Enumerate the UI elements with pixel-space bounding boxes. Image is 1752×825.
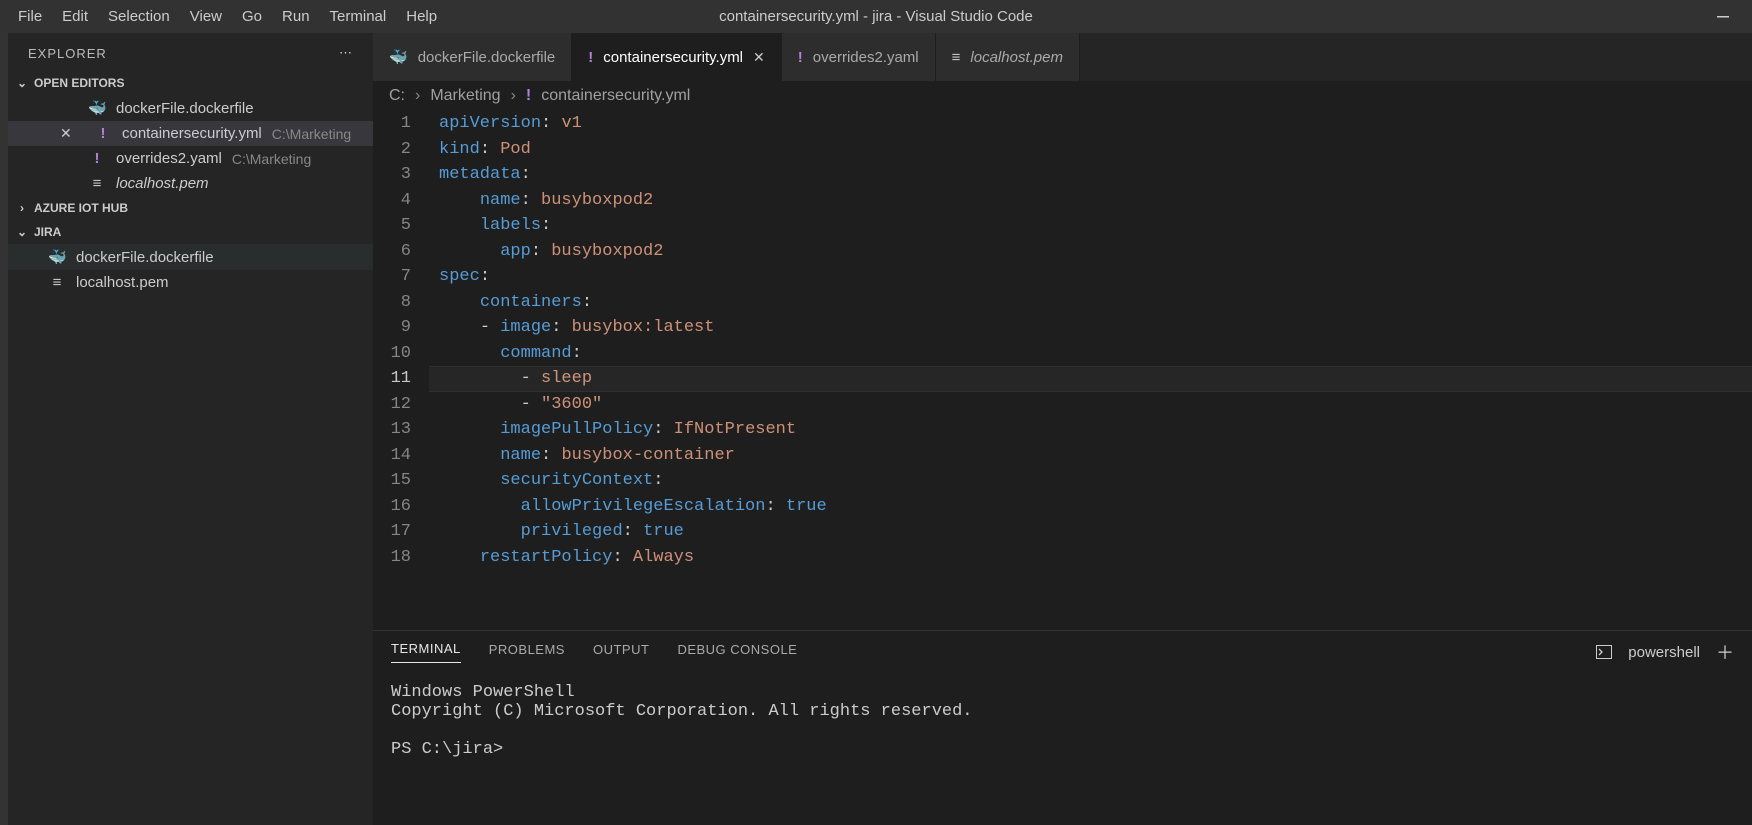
open-editors-section[interactable]: ⌄ OPEN EDITORS: [8, 71, 373, 95]
menu-file[interactable]: File: [8, 2, 52, 31]
activity-bar[interactable]: [0, 33, 8, 825]
jira-file-dockerfile[interactable]: 🐳 dockerFile.dockerfile: [8, 244, 373, 270]
file-label: dockerFile.dockerfile: [76, 249, 214, 266]
section-label: AZURE IOT HUB: [34, 201, 128, 215]
menu-selection[interactable]: Selection: [98, 2, 180, 31]
minimize-button[interactable]: [1714, 10, 1732, 24]
open-editors-label: OPEN EDITORS: [34, 76, 124, 90]
editor-area: 🐳 dockerFile.dockerfile ! containersecur…: [373, 33, 1752, 825]
open-editor-localhost[interactable]: ≡ localhost.pem: [8, 171, 373, 196]
jira-file-localhost[interactable]: ≡ localhost.pem: [8, 270, 373, 295]
file-icon: ≡: [952, 49, 961, 66]
file-label: dockerFile.dockerfile: [116, 100, 254, 117]
window-title: containersecurity.yml - jira - Visual St…: [719, 8, 1033, 25]
tab-label: localhost.pem: [970, 49, 1063, 66]
file-path: C:\Marketing: [272, 126, 351, 142]
chevron-down-icon: ⌄: [14, 75, 30, 91]
chevron-right-icon: ›: [415, 87, 420, 105]
new-terminal-button[interactable]: ＋: [1716, 639, 1734, 665]
line-numbers: 123456789101112131415161718: [373, 111, 429, 630]
file-icon: ≡: [48, 274, 66, 291]
panel-tab-problems[interactable]: PROBLEMS: [489, 642, 565, 663]
file-label: overrides2.yaml: [116, 150, 222, 167]
menu-terminal[interactable]: Terminal: [320, 2, 397, 31]
window-controls: [1714, 10, 1744, 24]
explorer-sidebar: EXPLORER ⋯ ⌄ OPEN EDITORS 🐳 dockerFile.d…: [8, 33, 373, 825]
current-line-highlight: [429, 366, 1752, 392]
azure-iot-hub-section[interactable]: › AZURE IOT HUB: [8, 196, 373, 220]
terminal-body[interactable]: Windows PowerShell Copyright (C) Microso…: [373, 665, 1752, 767]
terminal-icon: [1596, 645, 1612, 659]
panel-tab-output[interactable]: OUTPUT: [593, 642, 649, 663]
breadcrumb-folder[interactable]: Marketing: [430, 87, 500, 105]
menu-help[interactable]: Help: [396, 2, 447, 31]
breadcrumb[interactable]: C: › Marketing › ! containersecurity.yml: [373, 81, 1752, 111]
titlebar: File Edit Selection View Go Run Terminal…: [0, 0, 1752, 33]
menubar: File Edit Selection View Go Run Terminal…: [8, 2, 447, 31]
terminal-shell-label[interactable]: powershell: [1628, 644, 1700, 661]
section-label: JIRA: [34, 225, 61, 239]
docker-icon: 🐳: [88, 99, 106, 117]
breadcrumb-root[interactable]: C:: [389, 87, 405, 105]
code-editor[interactable]: 123456789101112131415161718 apiVersion: …: [373, 111, 1752, 630]
menu-edit[interactable]: Edit: [52, 2, 98, 31]
panel-tabs: TERMINAL PROBLEMS OUTPUT DEBUG CONSOLE p…: [373, 631, 1752, 665]
open-editor-containersecurity[interactable]: ✕ ! containersecurity.yml C:\Marketing: [8, 121, 373, 146]
yaml-icon: !: [798, 49, 803, 66]
file-label: localhost.pem: [116, 175, 209, 192]
file-path: C:\Marketing: [232, 151, 311, 167]
file-icon: ≡: [88, 175, 106, 192]
explorer-title: EXPLORER: [28, 46, 107, 61]
chevron-down-icon: ⌄: [14, 224, 30, 240]
tab-label: dockerFile.dockerfile: [418, 49, 556, 66]
menu-run[interactable]: Run: [272, 2, 320, 31]
menu-go[interactable]: Go: [232, 2, 272, 31]
chevron-right-icon: ›: [14, 200, 30, 216]
close-icon[interactable]: ✕: [753, 49, 765, 66]
jira-tree: 🐳 dockerFile.dockerfile ≡ localhost.pem: [8, 244, 373, 295]
tab-dockerfile[interactable]: 🐳 dockerFile.dockerfile: [373, 33, 572, 81]
explorer-more-icon[interactable]: ⋯: [339, 45, 353, 61]
tab-localhost[interactable]: ≡ localhost.pem: [936, 33, 1080, 81]
close-icon[interactable]: ✕: [60, 125, 74, 142]
bottom-panel: TERMINAL PROBLEMS OUTPUT DEBUG CONSOLE p…: [373, 630, 1752, 825]
open-editor-overrides2[interactable]: ! overrides2.yaml C:\Marketing: [8, 146, 373, 171]
jira-section[interactable]: ⌄ JIRA: [8, 220, 373, 244]
yaml-icon: !: [94, 125, 112, 142]
panel-tab-terminal[interactable]: TERMINAL: [391, 641, 461, 663]
tab-overrides2[interactable]: ! overrides2.yaml: [782, 33, 936, 81]
panel-tab-debug-console[interactable]: DEBUG CONSOLE: [677, 642, 797, 663]
open-editors-tree: 🐳 dockerFile.dockerfile ✕ ! containersec…: [8, 95, 373, 196]
open-editor-dockerfile[interactable]: 🐳 dockerFile.dockerfile: [8, 95, 373, 121]
tab-containersecurity[interactable]: ! containersecurity.yml ✕: [572, 33, 782, 81]
tab-label: overrides2.yaml: [813, 49, 919, 66]
menu-view[interactable]: View: [180, 2, 232, 31]
chevron-right-icon: ›: [511, 87, 516, 105]
docker-icon: 🐳: [48, 248, 66, 266]
yaml-icon: !: [526, 87, 531, 105]
breadcrumb-file[interactable]: containersecurity.yml: [541, 87, 690, 105]
yaml-icon: !: [588, 49, 593, 66]
file-label: containersecurity.yml: [122, 125, 262, 142]
yaml-icon: !: [88, 150, 106, 167]
editor-tabs: 🐳 dockerFile.dockerfile ! containersecur…: [373, 33, 1752, 81]
code-lines[interactable]: apiVersion: v1kind: Podmetadata: name: b…: [429, 111, 1752, 630]
tab-label: containersecurity.yml: [603, 49, 743, 66]
explorer-header: EXPLORER ⋯: [8, 33, 373, 71]
docker-icon: 🐳: [389, 48, 408, 66]
file-label: localhost.pem: [76, 274, 169, 291]
